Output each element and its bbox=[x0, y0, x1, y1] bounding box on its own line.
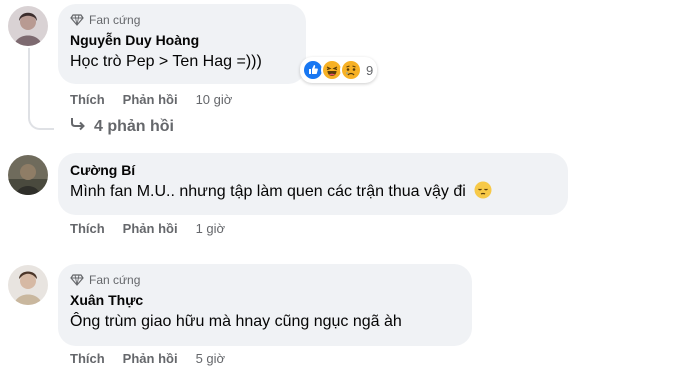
comment-actions: Thích Phản hồi 10 giờ bbox=[70, 92, 232, 107]
avatar[interactable] bbox=[8, 6, 48, 46]
replies-label: 4 phản hồi bbox=[94, 117, 174, 135]
reply-arrow-icon bbox=[70, 117, 86, 136]
comment-text: Ông trùm giao hữu mà hnay cũng ngục ngã … bbox=[70, 313, 402, 330]
timestamp[interactable]: 1 giờ bbox=[196, 221, 226, 236]
like-button[interactable]: Thích bbox=[70, 221, 105, 236]
comment-bubble: Cường Bí Mình fan M.U.. nhưng tập làm qu… bbox=[58, 153, 568, 215]
fan-badge: Fan cứng bbox=[70, 272, 460, 288]
comment-text-row: Mình fan M.U.. nhưng tập làm quen các tr… bbox=[70, 181, 556, 206]
fan-badge: Fan cứng bbox=[70, 12, 294, 28]
comment-bubble: Fan cứng Xuân Thực Ông trùm giao hữu mà … bbox=[58, 264, 472, 346]
pensive-face-icon bbox=[474, 181, 492, 206]
author-name[interactable]: Nguyễn Duy Hoàng bbox=[70, 31, 294, 49]
diamond-icon bbox=[70, 14, 84, 26]
diamond-icon bbox=[70, 274, 84, 286]
comment-actions: Thích Phản hồi 5 giờ bbox=[70, 351, 225, 366]
comment-bubble: Fan cứng Nguyễn Duy Hoàng Học trò Pep > … bbox=[58, 4, 306, 84]
reply-button[interactable]: Phản hồi bbox=[123, 221, 178, 236]
reply-button[interactable]: Phản hồi bbox=[123, 351, 178, 366]
thread-connector bbox=[28, 48, 54, 130]
view-replies-link[interactable]: 4 phản hồi bbox=[70, 117, 174, 136]
badge-label: Fan cứng bbox=[89, 13, 141, 27]
timestamp[interactable]: 5 giờ bbox=[196, 351, 226, 366]
comment-text: Học trò Pep > Ten Hag =))) bbox=[70, 53, 262, 70]
author-name[interactable]: Cường Bí bbox=[70, 161, 556, 179]
reply-button[interactable]: Phản hồi bbox=[123, 92, 178, 107]
sad-icon bbox=[340, 59, 362, 81]
author-name[interactable]: Xuân Thực bbox=[70, 291, 460, 309]
reaction-count: 9 bbox=[366, 62, 374, 78]
avatar[interactable] bbox=[8, 265, 48, 305]
comment-text: Mình fan M.U.. nhưng tập làm quen các tr… bbox=[70, 183, 466, 200]
comment-actions: Thích Phản hồi 1 giờ bbox=[70, 221, 225, 236]
badge-label: Fan cứng bbox=[89, 273, 141, 287]
like-button[interactable]: Thích bbox=[70, 351, 105, 366]
reaction-summary[interactable]: 9 bbox=[300, 57, 378, 83]
avatar[interactable] bbox=[8, 155, 48, 195]
like-button[interactable]: Thích bbox=[70, 92, 105, 107]
timestamp[interactable]: 10 giờ bbox=[196, 92, 233, 107]
